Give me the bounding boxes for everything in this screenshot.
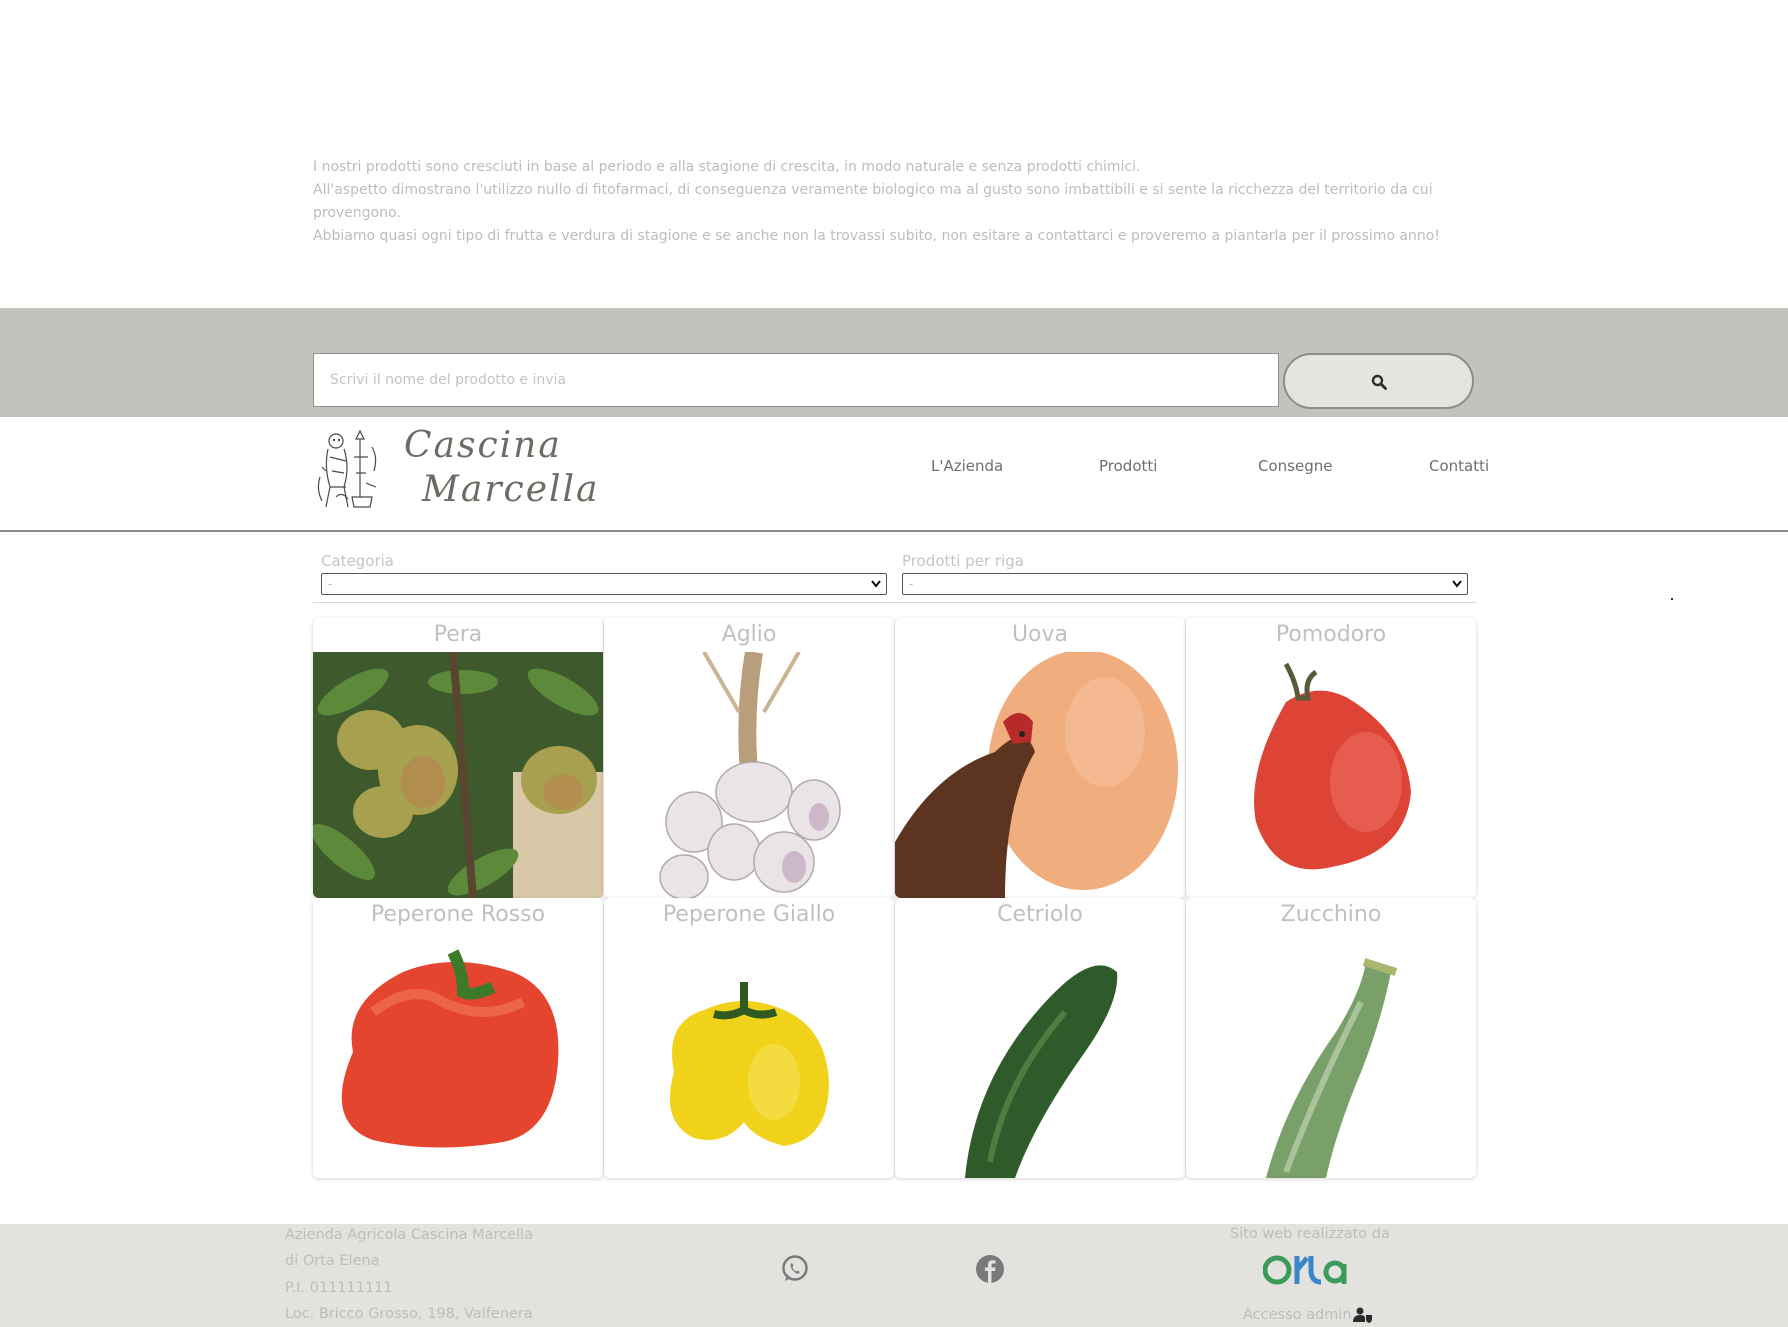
cucumber-image: [895, 932, 1185, 1178]
search-input[interactable]: [313, 353, 1279, 407]
whatsapp-icon[interactable]: [780, 1254, 810, 1284]
tomato-image: [1186, 652, 1476, 898]
product-card-aglio[interactable]: Aglio: [604, 618, 894, 898]
chevron-down-icon: [1452, 580, 1462, 588]
product-name: Zucchino: [1280, 902, 1382, 927]
product-card-pera[interactable]: Pera: [313, 618, 603, 898]
logo-illustration[interactable]: [316, 427, 382, 511]
category-select[interactable]: -: [321, 573, 887, 595]
footer-company: Azienda Agricola Cascina Marcella: [285, 1227, 533, 1243]
brand-logo[interactable]: Cascina Marcella: [404, 424, 600, 512]
search-button[interactable]: [1283, 353, 1474, 409]
nav-contatti[interactable]: Contatti: [1429, 457, 1489, 475]
product-name: Pomodoro: [1275, 622, 1387, 647]
product-card-cetriolo[interactable]: Cetriolo: [895, 898, 1185, 1178]
product-card-zucchino[interactable]: Zucchino: [1186, 898, 1476, 1178]
product-name: Cetriolo: [997, 902, 1083, 927]
footer-vat: P.I. 011111111: [285, 1280, 393, 1296]
product-card-uova[interactable]: Uova: [895, 618, 1185, 898]
credit-text: Sito web realizzato da: [1230, 1226, 1390, 1242]
intro-text: I nostri prodotti sono cresciuti in base…: [313, 156, 1463, 248]
search-icon: [1371, 374, 1387, 390]
intro-line: I nostri prodotti sono cresciuti in base…: [313, 159, 1141, 175]
divider: [313, 602, 1476, 603]
zucchini-image: [1186, 932, 1476, 1178]
egg-image: [895, 652, 1185, 898]
product-name: Aglio: [721, 622, 777, 647]
product-name: Peperone Giallo: [662, 902, 836, 927]
footer: [0, 1224, 1788, 1327]
product-name: Pera: [433, 622, 483, 647]
brand-line: Marcella: [422, 469, 600, 510]
chevron-down-icon: [871, 580, 881, 588]
product-name: Uova: [1011, 622, 1069, 647]
orta-logo[interactable]: [1263, 1250, 1351, 1290]
intro-line: Abbiamo quasi ogni tipo di frutta e verd…: [313, 228, 1440, 244]
admin-link[interactable]: Accesso admin: [1243, 1307, 1352, 1323]
nav-prodotti[interactable]: Prodotti: [1099, 457, 1157, 475]
yellow-pepper-image: [604, 932, 894, 1178]
intro-line: All'aspetto dimostrano l'utilizzo nullo …: [313, 182, 1433, 221]
per-row-label: Prodotti per riga: [902, 552, 1024, 570]
facebook-icon[interactable]: [975, 1254, 1005, 1284]
brand-line: Cascina: [404, 425, 562, 466]
product-card-pomodoro[interactable]: Pomodoro: [1186, 618, 1476, 898]
footer-owner: di Orta Elena: [285, 1253, 380, 1269]
nav-consegne[interactable]: Consegne: [1258, 457, 1332, 475]
per-row-select-value: -: [909, 577, 914, 591]
product-card-peperone-giallo[interactable]: Peperone Giallo: [604, 898, 894, 1178]
category-label: Categoria: [321, 552, 395, 570]
red-pepper-image: [313, 932, 603, 1178]
garlic-image: [604, 652, 894, 898]
decorative-dot: [1671, 598, 1673, 600]
navbar: [0, 417, 1788, 532]
nav-azienda[interactable]: L'Azienda: [931, 457, 1003, 475]
product-name: Peperone Rosso: [370, 902, 546, 927]
admin-user-icon[interactable]: [1353, 1307, 1373, 1323]
category-select-value: -: [328, 577, 333, 591]
footer-address: Loc. Bricco Grosso, 198, Valfenera: [285, 1306, 533, 1322]
product-card-peperone-rosso[interactable]: Peperone Rosso: [313, 898, 603, 1178]
per-row-select[interactable]: -: [902, 573, 1468, 595]
pear-image: [313, 652, 603, 898]
